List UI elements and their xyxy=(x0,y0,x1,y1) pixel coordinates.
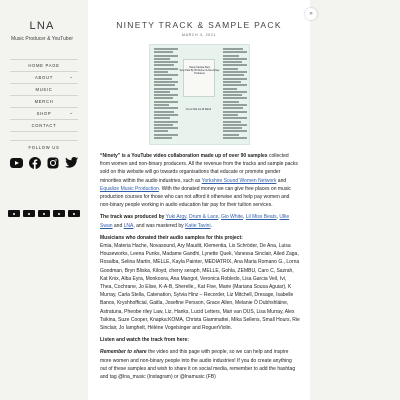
poster-caption: Ninety Sample Pack Sexy Pack By 90 Women… xyxy=(180,67,220,76)
post-content: “Ninety” is a YouTube video collaboratio… xyxy=(88,152,310,381)
sentence-end: . xyxy=(210,222,212,229)
mastered-text: , and was mastered by xyxy=(133,222,184,229)
badge-icon[interactable] xyxy=(38,210,50,217)
nav-item-home[interactable]: HOME PAGE xyxy=(10,60,78,72)
badge-icon[interactable] xyxy=(23,210,35,217)
link-producer[interactable]: LNA xyxy=(124,223,134,229)
credits-paragraph: The track was produced by Yuki Argy, Dru… xyxy=(100,214,290,229)
featured-image: Ninety Sample Pack Sexy Pack By 90 Women… xyxy=(148,44,250,145)
nav-item-music[interactable]: MUSIC xyxy=(10,84,78,96)
nav-item-shop[interactable]: SHOP ⌄ xyxy=(10,108,78,120)
poster-footer: Out on Mar 1st 20 March xyxy=(185,109,212,111)
link-producer[interactable]: Drum & Lace xyxy=(189,214,218,220)
badge-row xyxy=(8,210,84,217)
twitter-icon[interactable] xyxy=(65,156,78,169)
link-yorkshire-sound-women[interactable]: Yorkshire Sound Women Network xyxy=(202,178,277,184)
nav-item-label: MUSIC xyxy=(35,87,53,92)
chevron-down-icon[interactable]: ⌄ xyxy=(69,72,74,83)
youtube-icon[interactable] xyxy=(10,156,23,169)
link-equalize-music[interactable]: Equalize Music Production xyxy=(100,186,159,192)
badge-icon[interactable] xyxy=(8,210,20,217)
conjunction: and xyxy=(113,222,123,229)
follow-label: FOLLOW US xyxy=(28,145,60,150)
facebook-icon[interactable] xyxy=(29,156,41,169)
credits-lead: The track was produced by xyxy=(100,214,165,221)
badge-icon[interactable] xyxy=(53,210,65,217)
chevron-down-icon[interactable]: ⌄ xyxy=(69,108,74,119)
brand: LNA Music Producer & YouTuber xyxy=(0,20,84,42)
link-producer[interactable]: Gio White xyxy=(221,214,243,220)
social-links xyxy=(10,156,78,169)
link-producer[interactable]: Yuki Argy xyxy=(166,214,186,220)
follow-section: FOLLOW US xyxy=(10,140,78,169)
nav-item-label: SHOP xyxy=(36,111,52,116)
share-lead: Remember to share xyxy=(100,349,147,356)
post-title: NINETY TRACK & SAMPLE PACK xyxy=(116,20,282,30)
poster-artwork xyxy=(182,59,215,97)
nav-item-label: ABOUT xyxy=(35,75,53,80)
nav-item-label: CONTACT xyxy=(31,123,57,128)
nav-item-about[interactable]: ABOUT ⌄ xyxy=(10,72,78,84)
listen-heading: Listen and watch the track from here: xyxy=(100,337,189,344)
site-title[interactable]: LNA xyxy=(0,20,84,32)
expand-sidebar-button[interactable]: » xyxy=(305,8,317,20)
instagram-icon[interactable] xyxy=(47,156,59,169)
badge-icon[interactable] xyxy=(68,210,80,217)
post-article: NINETY TRACK & SAMPLE PACK MARCH 4, 2021… xyxy=(88,0,310,400)
poster-name-list xyxy=(222,48,247,140)
conjunction: and xyxy=(277,177,287,184)
nav-item-contact[interactable]: CONTACT xyxy=(10,120,78,132)
musicians-paragraph: Musicians who donated their audio sample… xyxy=(100,234,300,332)
poster-line: Sexy Pack By 90 Women & Non-binary Produ… xyxy=(179,70,220,75)
share-paragraph: Remember to share the video and this pag… xyxy=(100,348,300,381)
link-producer[interactable]: Lil Miss Beats xyxy=(246,214,277,220)
nav-item-label: MERCH xyxy=(34,99,54,104)
listen-paragraph: Listen and watch the track from here: xyxy=(100,336,300,344)
musicians-list: Emia, Materia Hache, Novasound, Ary Maud… xyxy=(100,243,300,332)
site-tagline: Music Producer & YouTuber xyxy=(10,36,74,42)
nav-item-merch[interactable]: MERCH xyxy=(10,96,78,108)
musicians-heading: Musicians who donated their audio sample… xyxy=(100,234,243,241)
sidebar: LNA Music Producer & YouTuber HOME PAGE … xyxy=(0,0,84,400)
post-date: MARCH 4, 2021 xyxy=(182,33,216,37)
intro-paragraph: “Ninety” is a YouTube video collaboratio… xyxy=(100,152,300,209)
intro-lead: “Ninety” is a YouTube video collaboratio… xyxy=(100,153,268,159)
main-nav: HOME PAGE ABOUT ⌄ MUSIC MERCH SHOP ⌄ CONTA… xyxy=(10,59,78,132)
nav-item-label: HOME PAGE xyxy=(28,63,60,68)
link-mastering-engineer[interactable]: Katie Tavini xyxy=(185,223,210,229)
poster-name-list xyxy=(153,48,178,140)
